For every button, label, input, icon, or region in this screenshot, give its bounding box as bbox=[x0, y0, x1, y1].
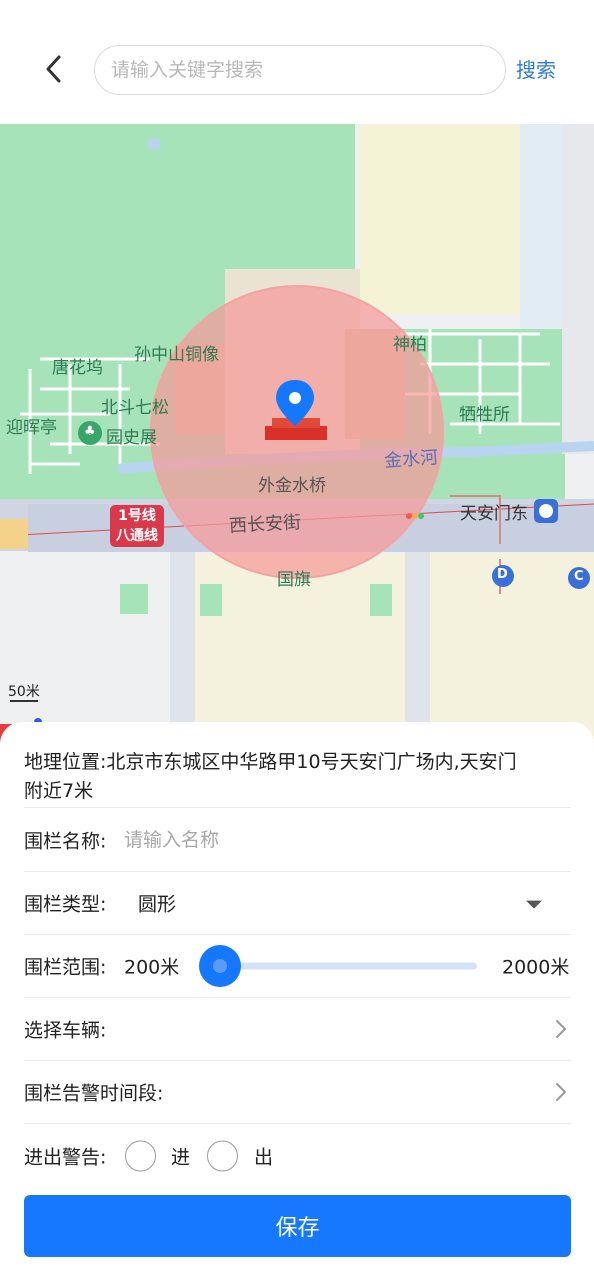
range-max-label: 2000米 bbox=[502, 956, 570, 979]
warn-in-label: 进 bbox=[171, 1146, 191, 1169]
fence-name-label: 围栏名称: bbox=[24, 830, 107, 852]
metro-line-2: 八通线 bbox=[116, 528, 158, 544]
range-slider-thumb[interactable] bbox=[200, 946, 240, 986]
range-min-label: 200米 bbox=[124, 956, 180, 979]
exit-c-label: C bbox=[574, 569, 584, 584]
warn-out-radio[interactable] bbox=[207, 1140, 238, 1172]
alarm-period-label: 围栏告警时间段: bbox=[24, 1082, 164, 1105]
fence-range-label: 围栏范围: bbox=[24, 956, 107, 979]
select-vehicle-label: 选择车辆: bbox=[24, 1019, 107, 1042]
map-label-tanghuawu: 唐花坞 bbox=[52, 358, 103, 378]
warn-in-radio[interactable] bbox=[125, 1140, 156, 1172]
geo-address-line1: 地理位置:北京市东城区中华路甲10号天安门广场内,天安门 bbox=[24, 748, 517, 777]
map-label-sacrifice: 牺牲所 bbox=[459, 405, 510, 425]
metro-line-1: 1号线 bbox=[118, 508, 156, 524]
map-label-sun-statue: 孙中山铜像 bbox=[134, 345, 219, 365]
map-scale-bar bbox=[10, 700, 38, 702]
map-label-jinshui: 金水河 bbox=[383, 447, 439, 472]
fence-name-input[interactable] bbox=[124, 822, 424, 857]
geo-label: 地理位置: bbox=[24, 751, 107, 773]
map-label-shenbo: 神柏 bbox=[393, 335, 427, 355]
save-button[interactable]: 保存 bbox=[24, 1195, 571, 1257]
search-input[interactable] bbox=[95, 46, 505, 94]
back-button[interactable] bbox=[30, 45, 78, 93]
map-label-tiananmen-east: 天安门东 bbox=[460, 504, 528, 524]
warn-out-label: 出 bbox=[254, 1146, 274, 1169]
map-label-yinghui: 迎晖亭 bbox=[6, 418, 57, 438]
top-bar: 搜索 bbox=[0, 0, 594, 124]
fence-name-row: 围栏名称: bbox=[24, 808, 571, 872]
geo-address-line2: 附近7米 bbox=[24, 780, 94, 802]
range-slider-track[interactable] bbox=[214, 962, 477, 970]
map-scale-label: 50米 bbox=[8, 684, 40, 700]
chevron-left-icon bbox=[46, 55, 61, 83]
geo-address: 北京市东城区中华路甲10号天安门广场内,天安门 bbox=[106, 751, 517, 773]
search-button[interactable]: 搜索 bbox=[516, 52, 556, 88]
chevron-right-icon bbox=[556, 1083, 566, 1101]
fence-type-row[interactable]: 围栏类型: 圆形 bbox=[24, 872, 571, 935]
select-vehicle-row[interactable]: 选择车辆: bbox=[24, 998, 571, 1061]
map-label-beidou: 北斗七松 bbox=[101, 398, 169, 418]
dropdown-caret-icon bbox=[526, 900, 542, 909]
fence-type-value: 圆形 bbox=[138, 893, 177, 916]
geo-location-row: 地理位置:北京市东城区中华路甲10号天安门广场内,天安门 附近7米 bbox=[24, 748, 571, 808]
alarm-period-row[interactable]: 围栏告警时间段: bbox=[24, 1061, 571, 1124]
in-out-warning-row: 进出警告: 进 出 bbox=[24, 1124, 571, 1188]
fence-range-row: 围栏范围: 200米 2000米 bbox=[24, 935, 571, 998]
map-label-xichang: 西长安街 bbox=[228, 512, 302, 537]
map-label-waijin: 外金水桥 bbox=[258, 476, 326, 496]
tree-icon: ♣ bbox=[84, 424, 96, 439]
map-label-history: 园史展 bbox=[106, 428, 157, 448]
metro-line-badge: 1号线 八通线 bbox=[110, 505, 164, 547]
fence-type-label: 围栏类型: bbox=[24, 893, 107, 916]
map-view[interactable]: 唐花坞 孙中山铜像 神柏 北斗七松 牺牲所 迎晖亭 园史展 金水河 外金水桥 西… bbox=[0, 124, 594, 744]
map-label-guoqi: 国旗 bbox=[277, 570, 311, 590]
in-out-warning-label: 进出警告: bbox=[24, 1146, 107, 1169]
search-box bbox=[94, 45, 506, 95]
fence-form-panel: 地理位置:北京市东城区中华路甲10号天安门广场内,天安门 附近7米 围栏名称: … bbox=[0, 722, 594, 1280]
chevron-right-icon bbox=[556, 1020, 566, 1038]
exit-d-label: D bbox=[497, 567, 508, 582]
